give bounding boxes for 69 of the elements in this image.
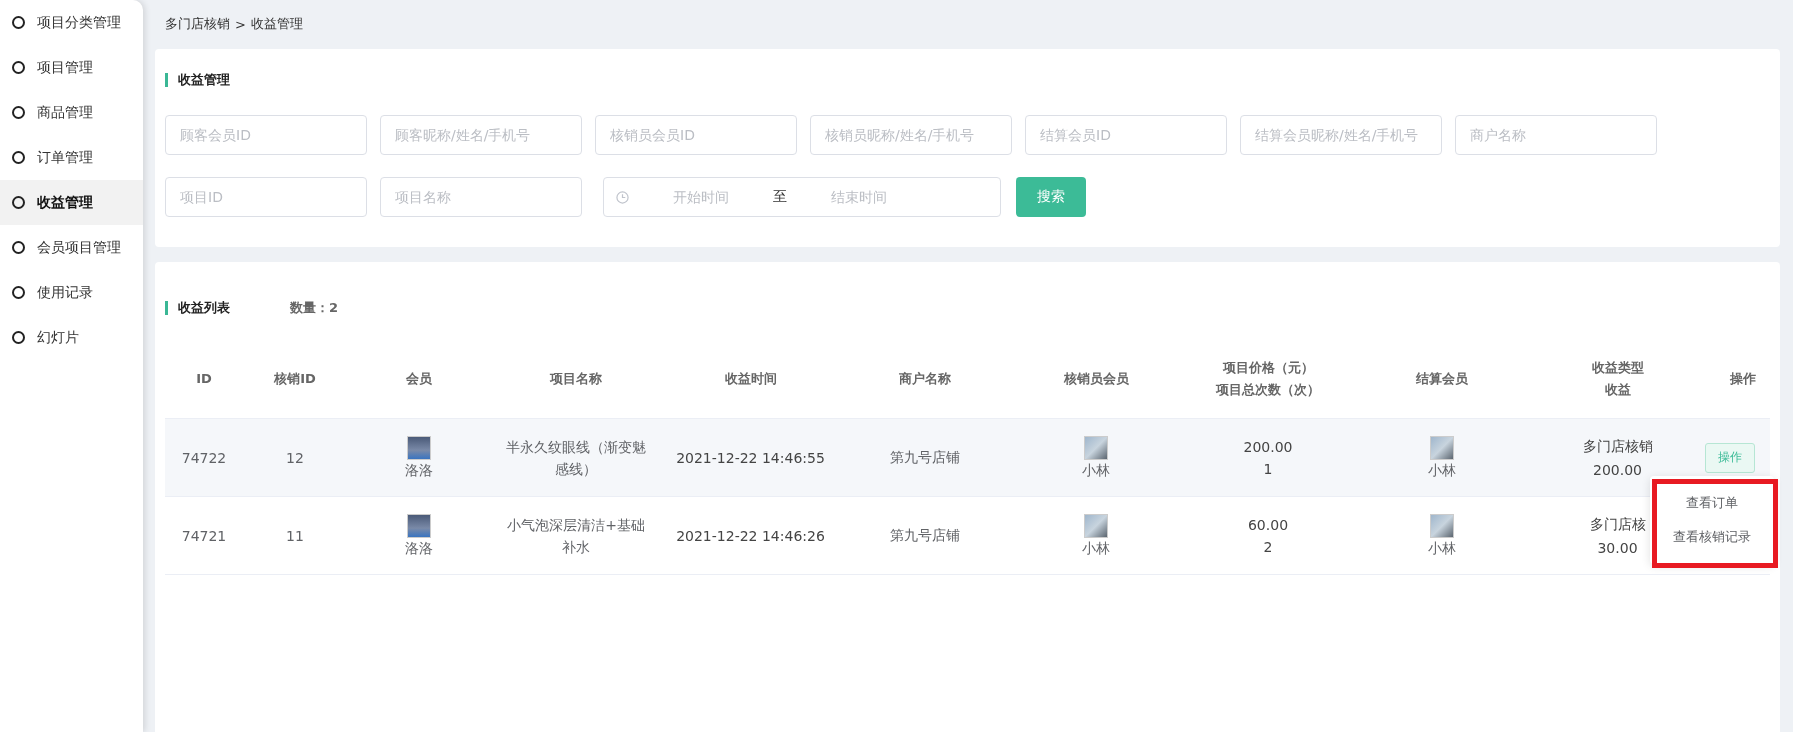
income-text: 30.00 — [1597, 539, 1638, 556]
sidebar-item[interactable]: 会员项目管理 — [0, 225, 143, 270]
sidebar-item[interactable]: 使用记录 — [0, 270, 143, 315]
table-cell-text: 74722 — [180, 448, 228, 468]
table-cell-text: 小气泡深层清洁+基础补水 — [506, 515, 646, 557]
column-header: 会员 — [404, 370, 433, 388]
avatar-photo-placeholder — [1084, 513, 1108, 538]
table-cell-text: 74721 — [180, 526, 228, 546]
input-field[interactable]: 核销员会员ID — [595, 115, 797, 155]
breadcrumb-link[interactable]: 多门店核销 — [165, 15, 230, 33]
column-header: 项目名称 — [548, 370, 603, 388]
column-header: 核销ID — [273, 370, 317, 388]
table-cell-text: 2021-12-22 14:46:55 — [675, 448, 826, 468]
range-separator: 至 — [773, 188, 787, 206]
member-name: 洛洛 — [404, 539, 433, 558]
table-cell-text: 第九号店铺 — [888, 525, 961, 545]
clock-icon — [616, 190, 629, 204]
menu-item[interactable]: 查看订单 — [1650, 486, 1774, 520]
column-header: 操作 — [1728, 370, 1757, 388]
times-text: 2 — [1263, 538, 1273, 555]
table-cell-text: 2021-12-22 14:46:26 — [675, 526, 826, 546]
table-cell-text: 11 — [285, 526, 305, 546]
section-title: 收益列表 — [178, 299, 230, 317]
sidebar-item[interactable]: 项目管理 — [0, 45, 143, 90]
input-field[interactable]: 结算会员ID — [1025, 115, 1227, 155]
member-name: 小林 — [1082, 461, 1110, 480]
column-header: 商户名称 — [897, 370, 952, 388]
avatar-photo-placeholder — [1084, 435, 1108, 460]
avatar-photo-placeholder — [1430, 435, 1454, 460]
times-text: 1 — [1263, 460, 1273, 477]
input-field[interactable]: 项目名称 — [380, 177, 582, 217]
input-field[interactable]: 商户名称 — [1455, 115, 1657, 155]
table-cell-text: 半永久纹眼线（渐变魅感线） — [505, 437, 647, 479]
price-text: 200.00 — [1243, 438, 1293, 455]
member-name: 小林 — [1428, 461, 1456, 480]
income-text: 200.00 — [1593, 461, 1642, 478]
income-type-text: 多门店核销 — [1582, 437, 1653, 456]
member-name: 小林 — [1428, 539, 1456, 558]
input-field[interactable]: 项目ID — [165, 177, 367, 217]
input-field[interactable]: 结算会员昵称/姓名/手机号 — [1240, 115, 1442, 155]
breadcrumb-current: 收益管理 — [250, 15, 303, 33]
avatar-photo-placeholder — [406, 435, 431, 460]
sidebar-item[interactable]: 项目分类管理 — [0, 0, 143, 45]
sidebar-item[interactable]: 商品管理 — [0, 90, 143, 135]
sidebar-item[interactable]: 订单管理 — [0, 135, 143, 180]
avatar-photo-placeholder — [406, 513, 431, 538]
table-cell-text: 12 — [285, 448, 305, 468]
breadcrumb-separator: > — [235, 16, 246, 32]
table-cell-text: 第九号店铺 — [888, 447, 961, 467]
income-type-text: 多门店核 — [1589, 515, 1646, 534]
section-title: 收益管理 — [178, 71, 230, 89]
avatar-photo-placeholder — [1430, 513, 1454, 538]
sidebar-item[interactable]: 收益管理 — [0, 180, 143, 225]
column-header: 结算会员 — [1415, 370, 1469, 388]
price-text: 60.00 — [1247, 516, 1289, 533]
member-name: 小林 — [1082, 539, 1110, 558]
input-field[interactable]: 顾客昵称/姓名/手机号 — [380, 115, 582, 155]
column-header: 收益时间 — [723, 370, 778, 388]
member-name: 洛洛 — [404, 461, 433, 480]
column-header: ID — [195, 370, 213, 388]
sidebar-item[interactable]: 幻灯片 — [0, 315, 143, 360]
column-header: 核销员会员 — [1062, 370, 1130, 388]
input-field[interactable]: 核销员昵称/姓名/手机号 — [810, 115, 1012, 155]
date-range-field[interactable]: 开始时间 至 结束时间 — [603, 177, 1001, 217]
input-field[interactable]: 顾客会员ID — [165, 115, 367, 155]
column-header: 项目价格（元） 项目总次数（次） — [1214, 359, 1321, 399]
count-label: 数量：2 — [290, 299, 339, 317]
menu-item[interactable]: 查看核销记录 — [1650, 520, 1774, 554]
column-header: 收益类型 收益 — [1590, 359, 1645, 399]
